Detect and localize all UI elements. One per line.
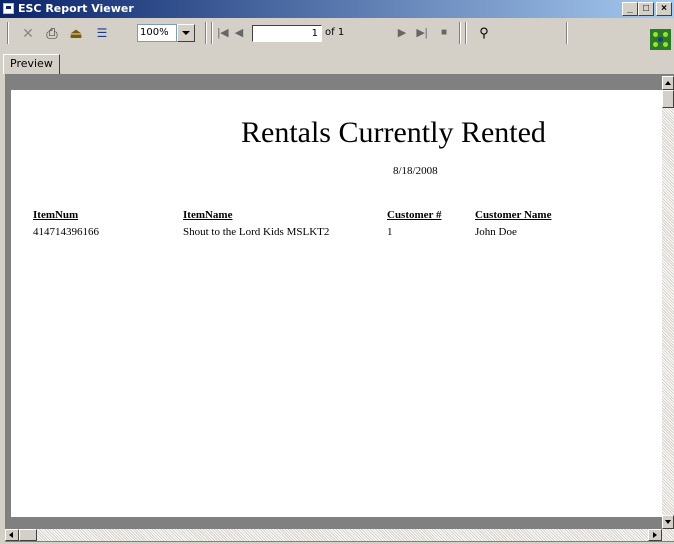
search-icon[interactable]: ⚲ xyxy=(475,23,493,43)
report-viewer-window: ESC Report Viewer _ □ × ✕ ⎙ ⏏ ☰ 100% |◀ … xyxy=(0,0,674,544)
report-date: 8/18/2008 xyxy=(393,165,438,177)
column-header-customer-name: Customer Name xyxy=(475,209,552,221)
table-cell-itemname: Shout to the Lord Kids MSLKT2 xyxy=(183,226,330,238)
close-report-icon[interactable]: ✕ xyxy=(20,23,36,43)
minimize-button[interactable]: _ xyxy=(622,2,638,16)
maximize-button[interactable]: □ xyxy=(638,2,654,16)
toolbar-separator xyxy=(459,22,461,44)
first-page-icon[interactable]: |◀ xyxy=(216,23,230,43)
previous-page-icon[interactable]: ◀ xyxy=(232,23,246,43)
toolbar-separator xyxy=(465,22,467,44)
window-title: ESC Report Viewer xyxy=(18,2,134,15)
column-header-itemname: ItemName xyxy=(183,209,233,221)
horizontal-scroll-thumb[interactable] xyxy=(19,529,37,541)
toolbar: ✕ ⎙ ⏏ ☰ 100% |◀ ◀ 1 of 1 ▶ ▶| ■ ⚲ xyxy=(0,18,674,56)
crystal-logo-icon xyxy=(650,29,671,50)
report-page: Rentals Currently Rented 8/18/2008 ItemN… xyxy=(11,90,662,517)
report-title: Rentals Currently Rented xyxy=(241,116,546,149)
column-header-customer-number: Customer # xyxy=(387,209,442,221)
scroll-up-button[interactable] xyxy=(662,76,674,90)
tab-strip: Preview xyxy=(0,52,674,74)
next-page-icon[interactable]: ▶ xyxy=(395,23,409,43)
vertical-scroll-thumb[interactable] xyxy=(662,90,674,108)
scroll-right-button[interactable] xyxy=(648,529,662,541)
page-number-input[interactable]: 1 xyxy=(252,25,322,42)
app-icon[interactable] xyxy=(3,3,14,14)
scroll-down-button[interactable] xyxy=(662,515,674,529)
table-cell-customer-name: John Doe xyxy=(475,226,517,238)
zoom-dropdown-button[interactable] xyxy=(177,24,195,42)
vertical-scrollbar[interactable] xyxy=(662,76,674,541)
print-icon[interactable]: ⎙ xyxy=(44,23,60,43)
last-page-icon[interactable]: ▶| xyxy=(415,23,429,43)
report-viewer-pane: Rentals Currently Rented 8/18/2008 ItemN… xyxy=(5,74,674,542)
page-total-label: of 1 xyxy=(325,27,345,38)
column-header-itemnum: ItemNum xyxy=(33,209,79,221)
export-icon[interactable]: ⏏ xyxy=(68,23,84,43)
stop-icon[interactable]: ■ xyxy=(437,23,451,43)
toolbar-separator xyxy=(566,22,568,44)
close-window-button[interactable]: × xyxy=(656,2,672,16)
zoom-select[interactable]: 100% xyxy=(137,24,177,42)
group-tree-icon[interactable]: ☰ xyxy=(93,23,111,43)
title-bar[interactable]: ESC Report Viewer _ □ × xyxy=(0,0,674,18)
scroll-left-button[interactable] xyxy=(5,529,19,541)
table-cell-itemnum: 414714396166 xyxy=(33,226,99,238)
tab-preview[interactable]: Preview xyxy=(3,54,60,74)
toolbar-separator xyxy=(7,22,9,44)
toolbar-separator xyxy=(211,22,213,44)
toolbar-separator xyxy=(205,22,207,44)
horizontal-scrollbar[interactable] xyxy=(5,529,662,541)
table-cell-customer-number: 1 xyxy=(387,226,393,238)
